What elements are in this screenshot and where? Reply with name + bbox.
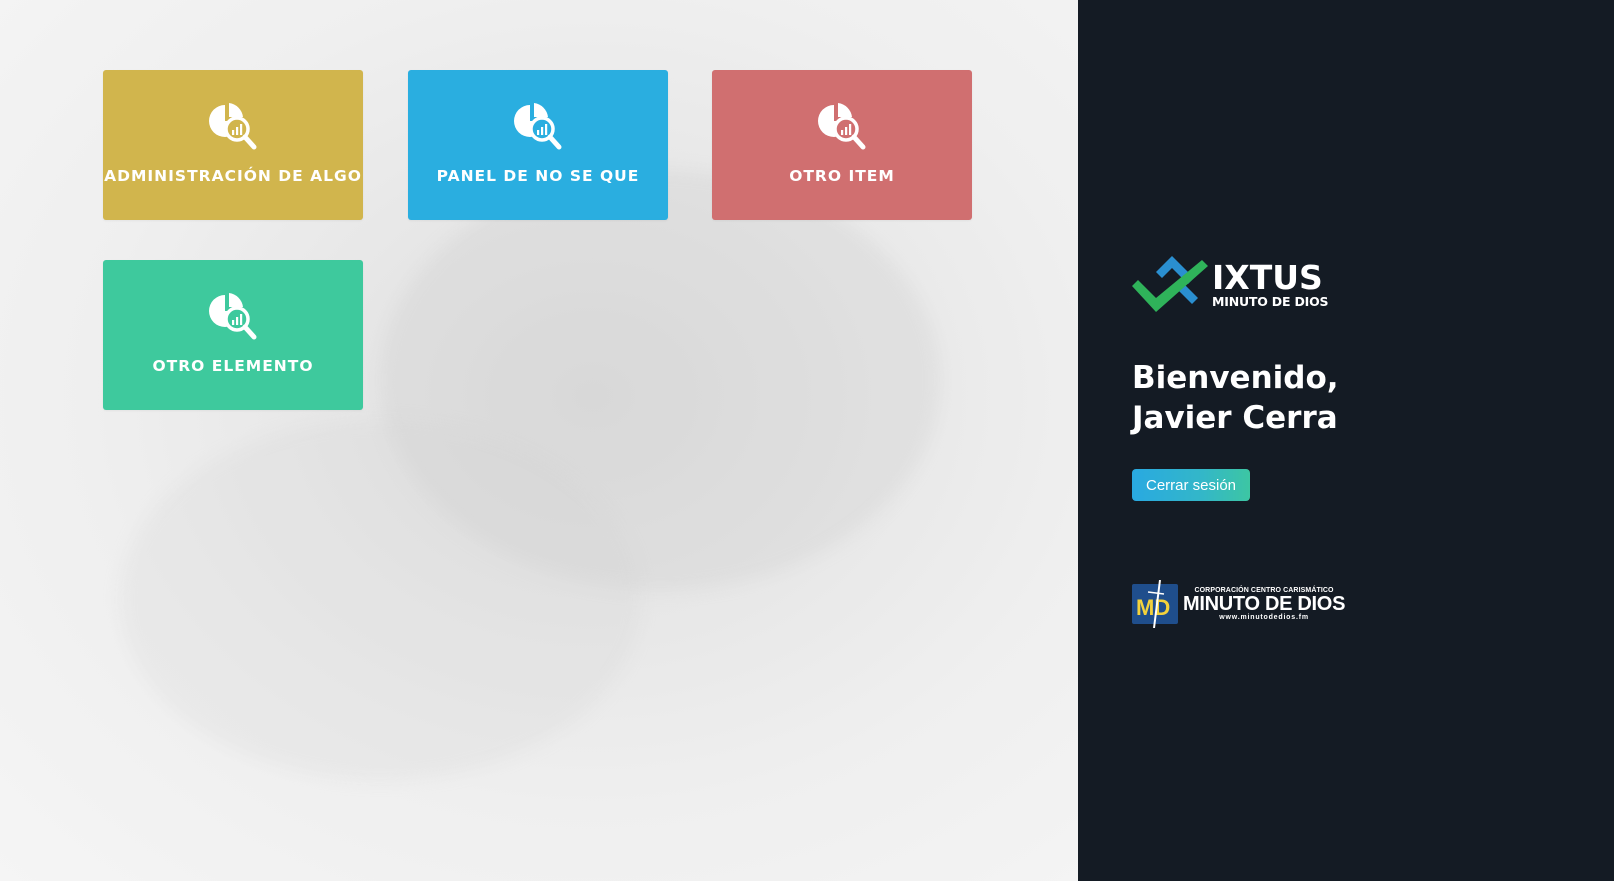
org-url: www.minutodedios.fm — [1219, 614, 1309, 621]
tile-otro-elemento[interactable]: OTRO ELEMENTO — [103, 260, 363, 410]
tile-label: ADMINISTRACIÓN DE ALGO — [104, 167, 362, 185]
tile-panel[interactable]: PANEL DE NO SE QUE — [408, 70, 668, 220]
user-name: Javier Cerra — [1132, 400, 1338, 436]
tile-administracion[interactable]: ADMINISTRACIÓN DE ALGO — [103, 70, 363, 220]
minuto-de-dios-logo: MD CORPORACIÓN CENTRO CARISMÁTICO MINUTO… — [1132, 580, 1345, 628]
brand-subtitle: MINUTO DE DIOS — [1212, 294, 1329, 309]
analytics-search-icon — [818, 103, 866, 150]
md-logo-icon: MD — [1132, 580, 1178, 628]
tile-otro-item[interactable]: OTRO ITEM — [712, 70, 972, 220]
logout-button[interactable]: Cerrar sesión — [1132, 469, 1251, 501]
tile-label: OTRO ITEM — [789, 167, 895, 185]
analytics-search-icon — [209, 293, 257, 340]
ixtus-check-icon — [1132, 256, 1208, 312]
md-mark-text: MD — [1136, 595, 1170, 620]
tile-label: OTRO ELEMENTO — [152, 357, 314, 375]
analytics-search-icon — [514, 103, 562, 150]
tile-label: PANEL DE NO SE QUE — [436, 167, 640, 185]
org-name: MINUTO DE DIOS — [1183, 593, 1346, 615]
welcome-heading: Bienvenido, Javier Cerra — [1132, 358, 1339, 438]
analytics-search-icon — [209, 103, 257, 150]
welcome-greeting: Bienvenido, — [1132, 360, 1339, 396]
ixtus-logo: IXTUS MINUTO DE DIOS — [1132, 256, 1329, 316]
sidebar: IXTUS MINUTO DE DIOS Bienvenido, Javier … — [1078, 0, 1614, 881]
app-root: ADMINISTRACIÓN DE ALGO PANEL DE NO SE QU… — [0, 0, 1614, 881]
brand-name: IXTUS — [1212, 258, 1323, 297]
background-image-shadow — [120, 420, 640, 780]
main-area: ADMINISTRACIÓN DE ALGO PANEL DE NO SE QU… — [0, 0, 1078, 881]
